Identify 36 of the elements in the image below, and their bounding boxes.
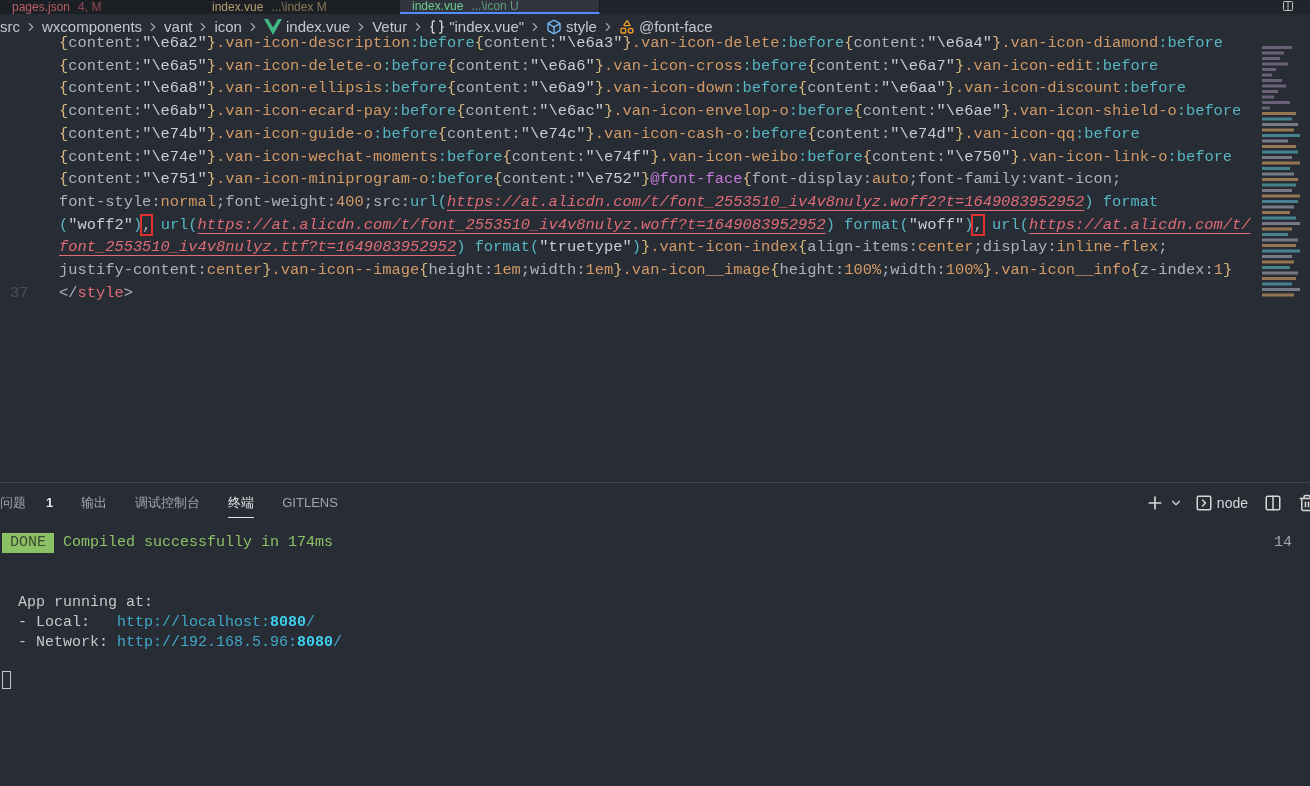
terminal-text: 14: [1274, 533, 1292, 553]
breadcrumb-item[interactable]: src: [0, 15, 20, 39]
code-line: justify-content:center}.van-icon--image{height:1em;width:1em}.van-icon__image{height:100%;width:100%}.van-icon__info{z-index:1}: [59, 260, 1233, 282]
editor-tab[interactable]: index.vue ...\icon U: [400, 0, 600, 14]
cube-icon: [546, 19, 563, 35]
split-terminal-icon[interactable]: [1264, 494, 1282, 512]
panel-tab[interactable]: 输出: [81, 488, 108, 518]
terminal-text: Compiled successfully in 174ms: [63, 533, 334, 553]
braces-icon: [429, 19, 446, 35]
status-badge: DONE: [2, 533, 54, 553]
terminal-icon[interactable]: [1194, 494, 1213, 512]
panel-tab[interactable]: 问题 1: [0, 488, 54, 518]
terminal-line: - Network: http://192.168.5.96:8080/: [17, 633, 343, 653]
code-line: ("woff2"), url(https://at.alicdn.com/t/font_2553510_iv4v8nulyz.woff?t=1649083952952) format("woff"), url(https://at.alicdn.com/t/: [59, 214, 1251, 236]
code-line: {content:"\e751"}.van-icon-miniprogram-o:before{content:"\e752"}@font-face{font-display:auto;font-family:vant-icon;: [59, 169, 1122, 191]
editor-tab[interactable]: index.vue ...\index M: [200, 0, 400, 14]
panel-tab[interactable]: 终端: [228, 488, 255, 518]
code-line: font_2553510_iv4v8nulyz.ttf?t=1649083952952) format("truetype")}.vant-icon-index{align-items:center;display:inline-flex;: [59, 237, 1168, 259]
code-line: {content:"\e74b"}.van-icon-guide-o:before{content:"\e74c"}.van-icon-cash-o:before{content:"\e74d"}.van-icon-qq:before: [59, 123, 1140, 145]
split-editor-icon[interactable]: [1282, 0, 1294, 12]
panel-tab[interactable]: GITLENS: [282, 488, 338, 518]
vue-logo-icon: [263, 19, 282, 35]
terminal-name[interactable]: node: [1216, 492, 1248, 514]
terminal-line: App running at:: [17, 593, 154, 613]
code-line: {content:"\e74e"}.van-icon-wechat-moments:before{content:"\e74f"}.van-icon-weibo:before{content:"\e750"}.van-icon-link-o:before: [59, 146, 1233, 168]
terminal-cursor: [2, 671, 11, 689]
problem-count: 1: [46, 493, 54, 512]
code-line: {content:"\e6a5"}.van-icon-delete-o:before{content:"\e6a6"}.van-icon-cross:before{content:"\e6a7"}.van-icon-edit:before: [59, 55, 1159, 77]
code-line: font-style:normal;font-weight:400;src:url(https://at.alicdn.com/t/font_2553510_iv4v8nulyz.woff2?t=1649083952952) format: [59, 191, 1159, 213]
code-line: {content:"\e6a8"}.van-icon-ellipsis:before{content:"\e6a9"}.van-icon-down:before{content:"\e6aa"}.van-icon-discount:before: [59, 78, 1186, 100]
symbol-icon: [618, 19, 635, 35]
editor-tab[interactable]: pages.json 4, M: [0, 0, 200, 14]
panel-tab[interactable]: 调试控制台: [135, 488, 201, 518]
code-line: {content:"\e6ab"}.van-icon-ecard-pay:before{content:"\e6ac"}.van-icon-envelop-o:before{content:"\e6ae"}.van-icon-shield-o:before: [59, 101, 1242, 123]
code-line: </style>: [59, 282, 133, 304]
terminal-line: - Local: http://localhost:8080/: [17, 613, 316, 633]
